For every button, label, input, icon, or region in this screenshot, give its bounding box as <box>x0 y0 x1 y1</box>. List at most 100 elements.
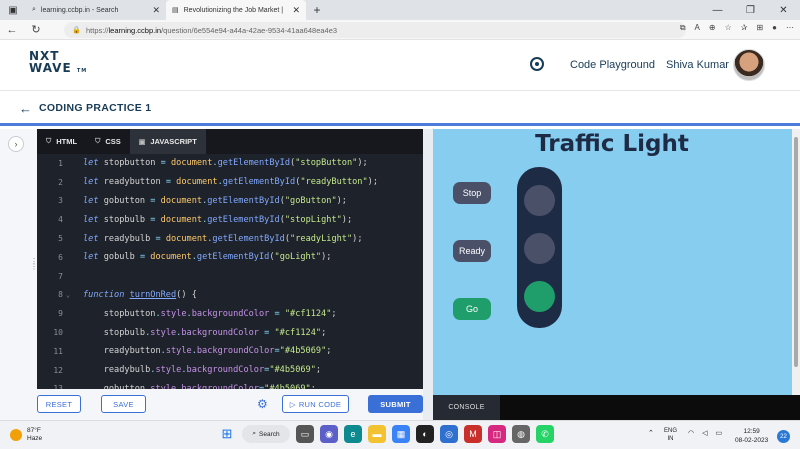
file-explorer-icon[interactable]: ▬ <box>368 425 386 443</box>
notification-badge[interactable]: 22 <box>777 430 790 443</box>
code-line[interactable]: 13 gobutton.style.backgroundColor="#4b50… <box>37 380 417 389</box>
code-text: let stopbulb = document.getElementById("… <box>73 215 352 225</box>
new-tab-button[interactable]: + <box>306 0 328 20</box>
wifi-icon[interactable]: ◠ <box>688 429 694 437</box>
more-icon[interactable]: ⋯ <box>786 23 794 33</box>
zoom-icon[interactable]: ⊕ <box>709 23 716 33</box>
favorite-icon[interactable]: ☆ <box>725 23 732 33</box>
code-text: let readybutton = document.getElementByI… <box>73 177 378 187</box>
expand-sidebar-icon[interactable]: › <box>8 136 24 152</box>
line-number: 3 <box>58 196 63 206</box>
property: backgroundColor <box>181 327 259 338</box>
code-line[interactable]: 8 ⌄ function turnOnRed() { <box>37 286 417 305</box>
code-punct: ; <box>331 308 337 319</box>
avatar[interactable] <box>733 49 765 81</box>
task-view-icon[interactable]: ▭ <box>296 425 314 443</box>
stopwatch-icon[interactable] <box>530 57 544 71</box>
edge-icon[interactable]: e <box>344 425 362 443</box>
page-title: CODING PRACTICE 1 <box>39 102 152 114</box>
close-tab-icon[interactable]: ✕ <box>152 5 160 16</box>
object: document <box>171 158 213 169</box>
app-available-icon[interactable]: ⧉ <box>680 23 686 33</box>
keyword: let <box>83 214 99 225</box>
ready-button[interactable]: Ready <box>453 240 491 262</box>
close-window-icon[interactable]: ✕ <box>767 0 800 20</box>
property: style <box>165 346 192 357</box>
browser-tab-active[interactable]: ▤ Revolutionizing the Job Market | ✕ <box>166 0 306 20</box>
code-line[interactable]: 2 let readybutton = document.getElementBy… <box>37 173 417 192</box>
go-button[interactable]: Go <box>453 298 491 320</box>
code-playground-link[interactable]: Code Playground <box>570 59 655 71</box>
teams-icon[interactable]: ◉ <box>320 425 338 443</box>
mcafee-icon[interactable]: M <box>464 425 482 443</box>
code-line[interactable]: 5 let readybulb = document.getElementById… <box>37 229 417 248</box>
code-punct <box>83 328 104 338</box>
keyword: let <box>83 177 99 188</box>
css3-icon: ⛉ <box>95 137 101 145</box>
preview-scrollbar[interactable] <box>792 129 800 395</box>
code-text: let gobutton = document.getElementById("… <box>73 196 347 206</box>
whatsapp-icon[interactable]: ✆ <box>536 425 554 443</box>
code-line[interactable]: 11 readybutton.style.backgroundColor="#4… <box>37 342 417 361</box>
submit-button[interactable]: SUBMIT <box>368 395 423 413</box>
instagram-icon[interactable]: ◫ <box>488 425 506 443</box>
clock[interactable]: 12:59 08-02-2023 <box>735 427 768 445</box>
code-line[interactable]: 6 let gobulb = document.getElementById("g… <box>37 248 417 267</box>
code-line[interactable]: 3 let gobutton = document.getElementById(… <box>37 192 417 211</box>
pane-divider[interactable] <box>423 129 433 420</box>
refresh-icon[interactable]: ↻ <box>24 23 48 36</box>
chevron-up-icon[interactable]: ⌃ <box>648 429 654 437</box>
console-tab[interactable]: CONSOLE <box>433 395 500 420</box>
system-tray: ⌃ <box>648 429 654 437</box>
stop-button[interactable]: Stop <box>453 182 491 204</box>
code-line[interactable]: 7 <box>37 267 417 286</box>
user-name[interactable]: Shiva Kumar <box>666 59 729 71</box>
tab-css[interactable]: ⛉ CSS <box>86 129 130 154</box>
reset-button[interactable]: RESET <box>37 395 81 413</box>
code-line[interactable]: 9 stopbutton.style.backgroundColor = "#c… <box>37 304 417 323</box>
code-punct: ); <box>352 233 363 244</box>
code-lines[interactable]: 1 let stopbutton = document.getElementByI… <box>37 154 417 389</box>
store-icon[interactable]: ▦ <box>392 425 410 443</box>
browser-tab-search[interactable]: ⌕ learning.ccbp.in - Search ✕ <box>26 0 166 20</box>
url-field[interactable]: 🔒 https://learning.ccbp.in/question/6e55… <box>64 22 686 38</box>
volume-icon[interactable]: ◁ <box>702 429 707 437</box>
minimize-icon[interactable]: — <box>701 0 734 20</box>
restore-icon[interactable]: ❐ <box>734 0 767 20</box>
tab-html[interactable]: ⛉ HTML <box>37 129 86 154</box>
settings-gear-icon[interactable]: ⚙ <box>257 397 268 411</box>
chrome-icon[interactable]: ◎ <box>440 425 458 443</box>
property: backgroundColor <box>181 383 259 389</box>
code-punct: ); <box>336 195 347 206</box>
close-tab-icon[interactable]: ✕ <box>292 5 300 16</box>
taskbar-search[interactable]: ⌕ Search <box>242 425 290 443</box>
fold-icon[interactable]: ⌄ <box>63 291 73 299</box>
app-icon[interactable]: ◍ <box>512 425 530 443</box>
code-line[interactable]: 4 let stopbulb = document.getElementById(… <box>37 210 417 229</box>
back-icon[interactable]: ← <box>0 24 24 36</box>
window-menu-icon[interactable]: ▣ <box>0 0 26 20</box>
save-button[interactable]: SAVE <box>101 395 146 413</box>
windows-start-icon[interactable]: ⊞ <box>218 425 236 443</box>
nxtwave-logo[interactable]: NXT WAVE TM <box>29 50 87 77</box>
read-aloud-icon[interactable]: A <box>695 23 700 33</box>
language-indicator[interactable]: ENG IN <box>664 427 677 443</box>
scrollbar-thumb[interactable] <box>794 137 798 367</box>
code-line[interactable]: 10 stopbulb.style.backgroundColor = "#cf… <box>37 323 417 342</box>
code-punct: ); <box>341 214 353 225</box>
property: style <box>155 365 182 376</box>
battery-icon[interactable]: ▭ <box>716 429 723 437</box>
os-taskbar: 87°F Haze ⊞ ⌕ Search ▭ ◉ e ▬ ▦ ◐ ◎ M ◫ ◍ ✆… <box>0 420 800 449</box>
line-number: 6 <box>58 252 63 262</box>
weather-widget[interactable]: 87°F Haze <box>10 427 42 443</box>
back-arrow-icon[interactable]: ← <box>19 101 32 116</box>
profile-icon[interactable]: ● <box>772 23 777 33</box>
favorites-bar-icon[interactable]: ✰ <box>741 23 748 33</box>
code-editor[interactable]: ⛉ HTML ⛉ CSS ▣ JAVASCRIPT 1 let stopbutton =… <box>37 129 423 389</box>
collections-icon[interactable]: ⊞ <box>756 23 763 33</box>
code-line[interactable]: 1 let stopbutton = document.getElementByI… <box>37 154 417 173</box>
tab-javascript[interactable]: ▣ JAVASCRIPT <box>129 129 206 154</box>
code-line[interactable]: 12 readybulb.style.backgroundColor="#4b5… <box>37 361 417 380</box>
run-code-button[interactable]: ▷ RUN CODE <box>282 395 349 413</box>
github-icon[interactable]: ◐ <box>416 425 434 443</box>
